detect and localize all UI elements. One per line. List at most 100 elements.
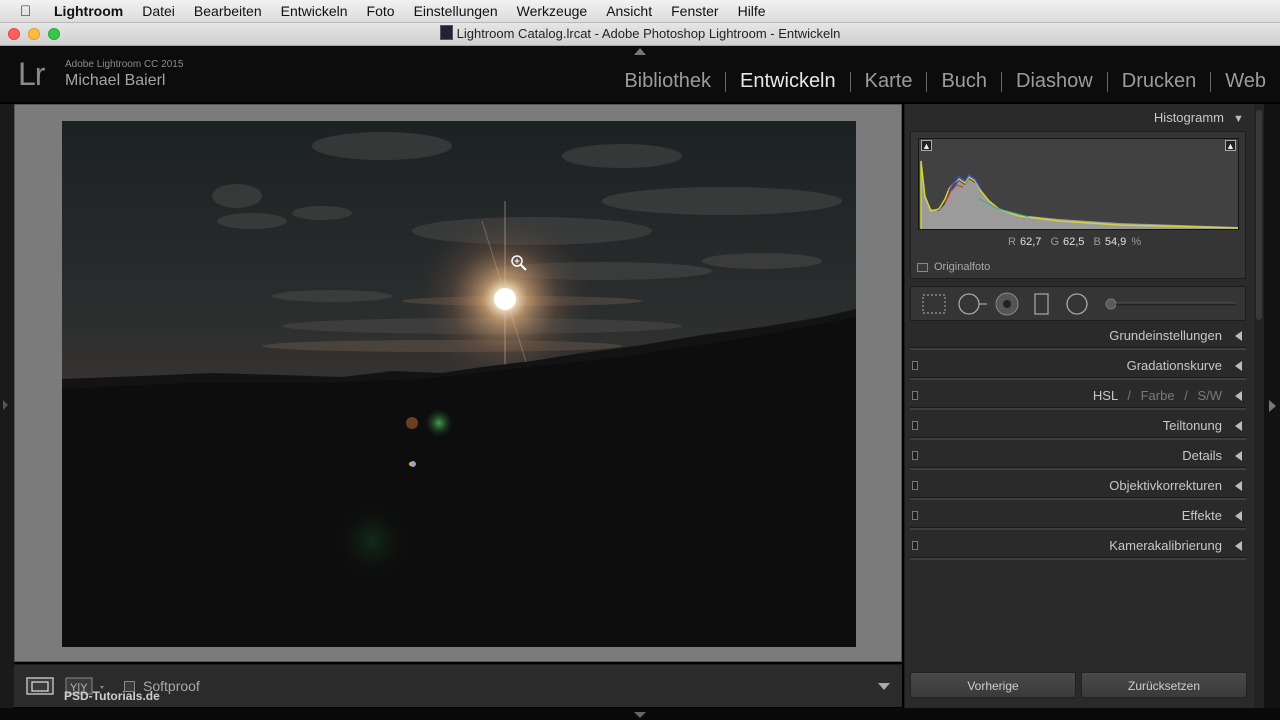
left-panel-collapsed[interactable] <box>0 104 14 708</box>
menu-hilfe[interactable]: Hilfe <box>738 3 766 19</box>
panel-label: Objektivkorrekturen <box>1109 478 1222 493</box>
panel-teiltonung[interactable]: Teiltonung <box>910 412 1246 440</box>
panel-divider <box>910 557 1246 560</box>
adjustment-brush-icon <box>1105 298 1117 310</box>
module-bibliothek[interactable]: Bibliothek <box>610 70 725 93</box>
menu-fenster[interactable]: Fenster <box>671 3 718 19</box>
module-buch[interactable]: Buch <box>927 70 1001 93</box>
panel-label: Gradationskurve <box>1126 358 1222 373</box>
tab-hsl[interactable]: HSL <box>1093 388 1118 403</box>
menu-ansicht[interactable]: Ansicht <box>606 3 652 19</box>
expand-arrow-icon <box>1235 361 1242 371</box>
panel-divider <box>910 377 1246 380</box>
tab-separator: / <box>1184 388 1188 403</box>
menu-entwickeln[interactable]: Entwickeln <box>281 3 348 19</box>
panel-objektivkorrekturen[interactable]: Objektivkorrekturen <box>910 472 1246 500</box>
shadow-clipping-icon[interactable]: ▲ <box>921 140 932 151</box>
panel-label: Details <box>1182 448 1222 463</box>
panel-label: Grundeinstellungen <box>1109 328 1222 343</box>
radial-filter-icon <box>1066 293 1088 315</box>
tab-farbe[interactable]: Farbe <box>1141 388 1175 403</box>
tab-separator: / <box>1127 388 1131 403</box>
expand-arrow-icon <box>1235 481 1242 491</box>
panel-switch[interactable] <box>912 511 918 520</box>
collapse-top-panel-icon[interactable] <box>634 48 646 55</box>
panel-label: HSL / Farbe / S/W <box>1093 388 1222 403</box>
expand-arrow-icon <box>1235 541 1242 551</box>
tab-sw[interactable]: S/W <box>1197 388 1222 403</box>
tool-strip <box>910 286 1246 321</box>
softproof-checkbox[interactable]: Softproof <box>124 678 200 694</box>
panel-divider <box>910 467 1246 470</box>
percent-sign: % <box>1131 236 1142 248</box>
module-diashow[interactable]: Diashow <box>1002 70 1107 93</box>
g-value: 62,5 <box>1063 236 1085 248</box>
panel-divider <box>910 527 1246 530</box>
histogram-collapse-icon[interactable]: ▼ <box>1233 113 1244 125</box>
panel-kamerakalibrierung[interactable]: Kamerakalibrierung <box>910 532 1246 560</box>
expand-left-panel-icon[interactable] <box>3 400 8 410</box>
panel-switch[interactable] <box>912 481 918 490</box>
sunset-photo[interactable] <box>62 121 856 647</box>
right-edge[interactable] <box>1264 104 1280 708</box>
toolbar-content-dropdown[interactable] <box>878 683 890 690</box>
b-label: B <box>1093 236 1101 248</box>
module-karte[interactable]: Karte <box>851 70 927 93</box>
menu-einstellungen[interactable]: Einstellungen <box>414 3 498 19</box>
panel-switch[interactable] <box>912 391 918 400</box>
panel-switch[interactable] <box>912 541 918 550</box>
user-name: Michael Baierl <box>65 72 166 89</box>
menu-werkzeuge[interactable]: Werkzeuge <box>517 3 588 19</box>
menu-datei[interactable]: Datei <box>142 3 175 19</box>
panel-details[interactable]: Details <box>910 442 1246 470</box>
panel-divider <box>910 437 1246 440</box>
histogram-title[interactable]: Histogramm <box>1154 110 1224 125</box>
panel-switch[interactable] <box>912 421 918 430</box>
panel-divider <box>910 407 1246 410</box>
spot-removal-icon <box>958 293 980 315</box>
menu-app-name[interactable]: Lightroom <box>54 3 123 19</box>
macos-menubar:  Lightroom Datei Bearbeiten Entwickeln … <box>0 0 1280 23</box>
window-title-text: Lightroom Catalog.lrcat - Adobe Photosho… <box>456 26 841 41</box>
panel-divider <box>910 497 1246 500</box>
window-title: Lightroom Catalog.lrcat - Adobe Photosho… <box>0 23 1280 45</box>
panel-switch[interactable] <box>912 361 918 370</box>
highlight-clipping-icon[interactable]: ▲ <box>1225 140 1236 151</box>
rgb-readout: R 62,7 G 62,5 B 54,9 % <box>1008 236 1141 248</box>
panel-scrollbar-thumb[interactable] <box>1256 110 1262 320</box>
expand-arrow-icon <box>1235 331 1242 341</box>
module-drucken[interactable]: Drucken <box>1108 70 1210 93</box>
filmstrip-collapsed-bar[interactable] <box>0 708 1280 720</box>
panel-label: Teiltonung <box>1162 418 1222 433</box>
panel-switch[interactable] <box>912 451 918 460</box>
original-photo-toggle[interactable]: Originalfoto <box>917 261 990 273</box>
panel-grundeinstellungen[interactable]: Grundeinstellungen <box>910 322 1246 350</box>
softproof-check[interactable] <box>124 680 135 692</box>
graduated-filter-icon <box>1034 293 1049 315</box>
panel-hsl[interactable]: HSL / Farbe / S/W <box>910 382 1246 410</box>
catalog-file-icon <box>439 25 453 40</box>
original-photo-label: Originalfoto <box>934 261 991 273</box>
crop-overlay-icon <box>922 294 946 314</box>
histogram-graph[interactable] <box>918 138 1239 230</box>
original-photo-checkbox[interactable] <box>917 262 928 272</box>
panel-divider <box>910 347 1246 350</box>
r-value: 62,7 <box>1019 236 1042 248</box>
panel-label: Effekte <box>1181 508 1222 523</box>
menu-foto[interactable]: Foto <box>367 3 395 19</box>
collapse-right-panel-icon[interactable] <box>1269 400 1276 412</box>
expand-filmstrip-icon[interactable] <box>634 712 646 718</box>
photo-image <box>62 121 856 647</box>
panel-gradationskurve[interactable]: Gradationskurve <box>910 352 1246 380</box>
menu-bearbeiten[interactable]: Bearbeiten <box>194 3 262 19</box>
panel-effekte[interactable]: Effekte <box>910 502 1246 530</box>
reset-button[interactable]: Zurücksetzen <box>1081 672 1247 698</box>
panel-label: Kamerakalibrierung <box>1109 538 1222 553</box>
module-entwickeln[interactable]: Entwickeln <box>726 70 850 93</box>
previous-button[interactable]: Vorherige <box>910 672 1076 698</box>
expand-arrow-icon <box>1235 511 1242 521</box>
apple-icon[interactable]:  <box>20 3 38 20</box>
module-web[interactable]: Web <box>1211 70 1280 93</box>
expand-arrow-icon <box>1235 451 1242 461</box>
softproof-label: Softproof <box>143 678 200 694</box>
